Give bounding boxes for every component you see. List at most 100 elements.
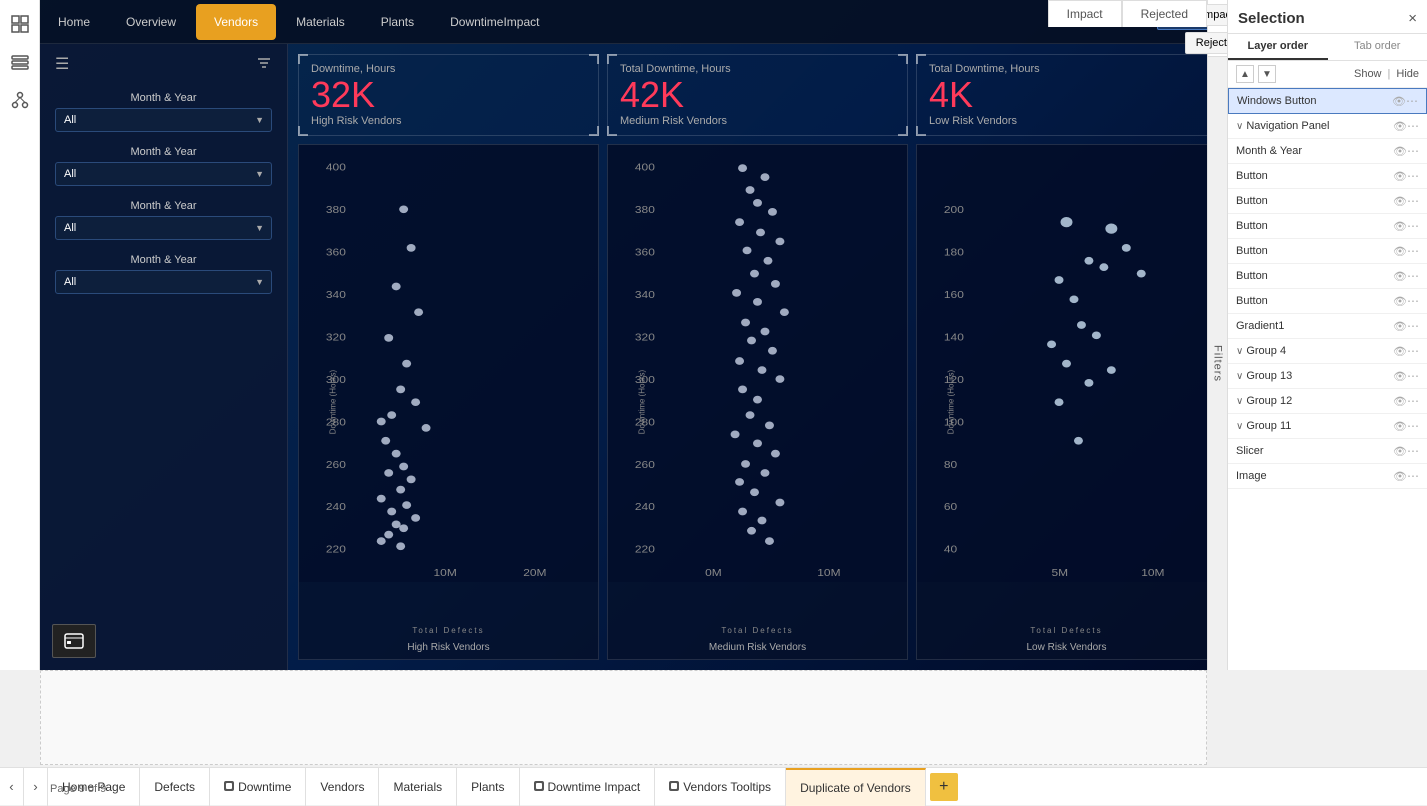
nav-home[interactable]: Home bbox=[40, 0, 108, 44]
filter-group-3: Month & Year All bbox=[55, 200, 272, 240]
layer-item-slicer[interactable]: Slicer 👁 ⋯ bbox=[1228, 439, 1427, 464]
svg-text:80: 80 bbox=[944, 459, 957, 470]
more-button-2[interactable]: ⋯ bbox=[1407, 194, 1419, 208]
layer-item-group4[interactable]: ∨ Group 4 👁 ⋯ bbox=[1228, 339, 1427, 364]
nav-plants[interactable]: Plants bbox=[363, 0, 432, 44]
close-button[interactable]: × bbox=[1408, 10, 1417, 27]
more-windows-button[interactable]: ⋯ bbox=[1406, 94, 1418, 108]
tab-downtime-impact[interactable]: Downtime Impact bbox=[520, 768, 656, 806]
filter-label-3: Month & Year bbox=[55, 200, 272, 212]
visibility-group13[interactable]: 👁 bbox=[1393, 370, 1407, 383]
kpi-low-value: 4K bbox=[929, 75, 1204, 115]
layer-item-group13[interactable]: ∨ Group 13 👁 ⋯ bbox=[1228, 364, 1427, 389]
layer-item-windows-button[interactable]: Windows Button 👁 ⋯ bbox=[1228, 88, 1427, 114]
kpi-medium-sublabel: Medium Risk Vendors bbox=[620, 115, 895, 127]
more-slicer[interactable]: ⋯ bbox=[1407, 444, 1419, 458]
tab-prev-button[interactable]: ‹ bbox=[0, 768, 24, 806]
visibility-windows-button[interactable]: 👁 bbox=[1392, 95, 1406, 108]
tab-tab-order[interactable]: Tab order bbox=[1328, 34, 1427, 60]
impact-rejected-bar: Impact Rejected bbox=[1048, 0, 1207, 27]
more-image[interactable]: ⋯ bbox=[1407, 469, 1419, 483]
filter-select-2[interactable]: All bbox=[55, 162, 272, 186]
visibility-gradient1[interactable]: 👁 bbox=[1393, 320, 1407, 333]
selection-title: Selection bbox=[1238, 10, 1305, 27]
more-gradient1[interactable]: ⋯ bbox=[1407, 319, 1419, 333]
layer-item-group12[interactable]: ∨ Group 12 👁 ⋯ bbox=[1228, 389, 1427, 414]
visibility-button-6[interactable]: 👁 bbox=[1393, 295, 1407, 308]
more-button-1[interactable]: ⋯ bbox=[1407, 169, 1419, 183]
filters-tab[interactable]: Filters bbox=[1207, 57, 1227, 670]
data-icon[interactable] bbox=[4, 46, 36, 78]
filter-select-4[interactable]: All bbox=[55, 270, 272, 294]
model-icon[interactable] bbox=[4, 84, 36, 116]
tab-vendors[interactable]: Vendors bbox=[306, 768, 379, 806]
nav-vendors[interactable]: Vendors bbox=[196, 4, 276, 40]
add-tab-button[interactable]: + bbox=[930, 773, 958, 801]
y-axis-label-low: Downtime (Hours) bbox=[947, 370, 956, 434]
visibility-group11[interactable]: 👁 bbox=[1393, 420, 1407, 433]
visibility-button-1[interactable]: 👁 bbox=[1393, 170, 1407, 183]
filter-label-2: Month & Year bbox=[55, 146, 272, 158]
move-up-button[interactable]: ▲ bbox=[1236, 65, 1254, 83]
tab-duplicate-vendors[interactable]: Duplicate of Vendors bbox=[786, 768, 926, 806]
tab-vendors-tooltips[interactable]: Vendors Tooltips bbox=[655, 768, 786, 806]
scatter-high-risk[interactable]: 400 380 360 340 320 300 280 260 240 220 bbox=[298, 144, 599, 660]
scatter-charts-row: 400 380 360 340 320 300 280 260 240 220 bbox=[298, 144, 1217, 660]
nav-materials[interactable]: Materials bbox=[278, 0, 363, 44]
more-group12[interactable]: ⋯ bbox=[1407, 394, 1419, 408]
filter-select-3[interactable]: All bbox=[55, 216, 272, 240]
layer-item-month-year[interactable]: Month & Year 👁 ⋯ bbox=[1228, 139, 1427, 164]
visibility-group12[interactable]: 👁 bbox=[1393, 395, 1407, 408]
report-icon[interactable] bbox=[4, 8, 36, 40]
layer-item-group11[interactable]: ∨ Group 11 👁 ⋯ bbox=[1228, 414, 1427, 439]
more-group4[interactable]: ⋯ bbox=[1407, 344, 1419, 358]
more-nav-panel[interactable]: ⋯ bbox=[1407, 119, 1419, 133]
layer-item-gradient1[interactable]: Gradient1 👁 ⋯ bbox=[1228, 314, 1427, 339]
tab-plants[interactable]: Plants bbox=[457, 768, 519, 806]
nav-downtime-impact[interactable]: DowntimeImpact bbox=[432, 0, 557, 44]
hamburger-icon[interactable]: ☰ bbox=[55, 54, 69, 74]
more-button-5[interactable]: ⋯ bbox=[1407, 269, 1419, 283]
more-group13[interactable]: ⋯ bbox=[1407, 369, 1419, 383]
visibility-nav-panel[interactable]: 👁 bbox=[1393, 120, 1407, 133]
tab-layer-order[interactable]: Layer order bbox=[1228, 34, 1328, 60]
tab-downtime[interactable]: Downtime bbox=[210, 768, 306, 806]
visibility-button-3[interactable]: 👁 bbox=[1393, 220, 1407, 233]
layer-item-navigation-panel[interactable]: ∨ Navigation Panel 👁 ⋯ bbox=[1228, 114, 1427, 139]
more-button-3[interactable]: ⋯ bbox=[1407, 219, 1419, 233]
nav-overview[interactable]: Overview bbox=[108, 0, 194, 44]
filter-select-1[interactable]: All bbox=[55, 108, 272, 132]
layer-item-button-1[interactable]: Button 👁 ⋯ bbox=[1228, 164, 1427, 189]
layer-list: Windows Button 👁 ⋯ ∨ Navigation Panel 👁 … bbox=[1228, 88, 1427, 489]
more-button-4[interactable]: ⋯ bbox=[1407, 244, 1419, 258]
visibility-button-2[interactable]: 👁 bbox=[1393, 195, 1407, 208]
tab-materials[interactable]: Materials bbox=[379, 768, 457, 806]
hide-link[interactable]: Hide bbox=[1396, 68, 1419, 80]
layer-item-button-5[interactable]: Button 👁 ⋯ bbox=[1228, 264, 1427, 289]
scatter-low-title: Low Risk Vendors bbox=[1026, 642, 1106, 653]
scatter-medium-risk[interactable]: 400 380 360 340 320 300 280 260 240 220 bbox=[607, 144, 908, 660]
layer-item-button-2[interactable]: Button 👁 ⋯ bbox=[1228, 189, 1427, 214]
visibility-button-5[interactable]: 👁 bbox=[1393, 270, 1407, 283]
more-month-year[interactable]: ⋯ bbox=[1407, 144, 1419, 158]
layer-item-button-4[interactable]: Button 👁 ⋯ bbox=[1228, 239, 1427, 264]
layer-item-button-6[interactable]: Button 👁 ⋯ bbox=[1228, 289, 1427, 314]
show-link[interactable]: Show bbox=[1354, 68, 1382, 80]
layer-item-button-3[interactable]: Button 👁 ⋯ bbox=[1228, 214, 1427, 239]
visibility-button-4[interactable]: 👁 bbox=[1393, 245, 1407, 258]
visibility-month-year[interactable]: 👁 bbox=[1393, 145, 1407, 158]
more-group11[interactable]: ⋯ bbox=[1407, 419, 1419, 433]
visibility-image[interactable]: 👁 bbox=[1393, 470, 1407, 483]
scatter-low-risk[interactable]: 200 180 160 140 120 100 80 60 40 bbox=[916, 144, 1217, 660]
more-button-6[interactable]: ⋯ bbox=[1407, 294, 1419, 308]
tab-next-button[interactable]: › bbox=[24, 768, 48, 806]
tab-defects[interactable]: Defects bbox=[140, 768, 210, 806]
visibility-group4[interactable]: 👁 bbox=[1393, 345, 1407, 358]
visibility-slicer[interactable]: 👁 bbox=[1393, 445, 1407, 458]
impact-bar-button[interactable]: Impact bbox=[1048, 0, 1122, 27]
layer-item-image[interactable]: Image 👁 ⋯ bbox=[1228, 464, 1427, 489]
rejected-bar-button[interactable]: Rejected bbox=[1122, 0, 1207, 27]
move-down-button[interactable]: ▼ bbox=[1258, 65, 1276, 83]
filter-icon[interactable] bbox=[256, 55, 272, 74]
window-button[interactable] bbox=[52, 624, 96, 658]
